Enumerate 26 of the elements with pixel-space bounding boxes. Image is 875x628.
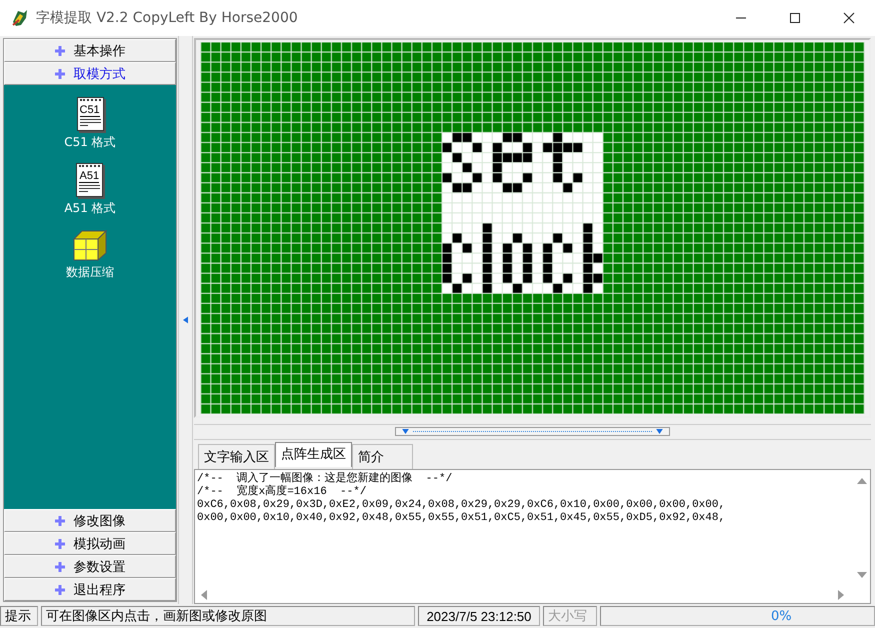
- sidebar-group-button[interactable]: 基本操作: [4, 39, 176, 62]
- tab[interactable]: 文字输入区: [198, 444, 275, 469]
- sidebar-group-button[interactable]: 参数设置: [4, 555, 176, 578]
- format-label[interactable]: C51 格式: [64, 134, 116, 151]
- icon-label: A51: [79, 171, 100, 183]
- progress-percent: 0%: [600, 606, 875, 626]
- format-label[interactable]: 数据压缩: [66, 264, 114, 281]
- output-line: 0x00,0x00,0x10,0x40,0x92,0x48,0x55,0x55,0x51,0xC5,0x51,0x45,0x55,0xD5,0x92,0x48,: [197, 512, 726, 525]
- sidebar-group-button[interactable]: 修改图像: [4, 509, 176, 532]
- caps-lock-indicator: 大小写: [543, 606, 597, 626]
- status-label: 提示: [0, 606, 38, 626]
- status-message: 可在图像区内点击，画新图或修改原图: [41, 606, 415, 626]
- tab[interactable]: 简介: [352, 444, 413, 469]
- status-datetime: 2023/7/5 23:12:50: [418, 606, 540, 626]
- output-line: 0xC6,0x08,0x29,0x3D,0xE2,0x09,0x24,0x08,0x29,0x29,0xC6,0x10,0x00,0x00,0x00,0x00,: [197, 498, 726, 512]
- sidebar-group-button[interactable]: 模拟动画: [4, 532, 176, 555]
- output-line: /*-- 调入了一幅图像：这是您新建的图像 --*/: [197, 472, 454, 485]
- icon-label: C51: [80, 105, 100, 117]
- sidebar-group-button[interactable]: 退出程序: [4, 578, 176, 601]
- format-label[interactable]: A51 格式: [64, 200, 116, 217]
- document-icon[interactable]: A51: [76, 163, 104, 197]
- output-line: /*-- 宽度x高度=16x16 --*/: [197, 486, 368, 499]
- window-title: 字模提取 V2.2 CopyLeft By Horse2000: [36, 9, 298, 27]
- sidebar-group-button[interactable]: 取模方式: [4, 62, 176, 85]
- document-icon[interactable]: C51: [76, 97, 104, 131]
- tab[interactable]: 点阵生成区: [275, 442, 352, 467]
